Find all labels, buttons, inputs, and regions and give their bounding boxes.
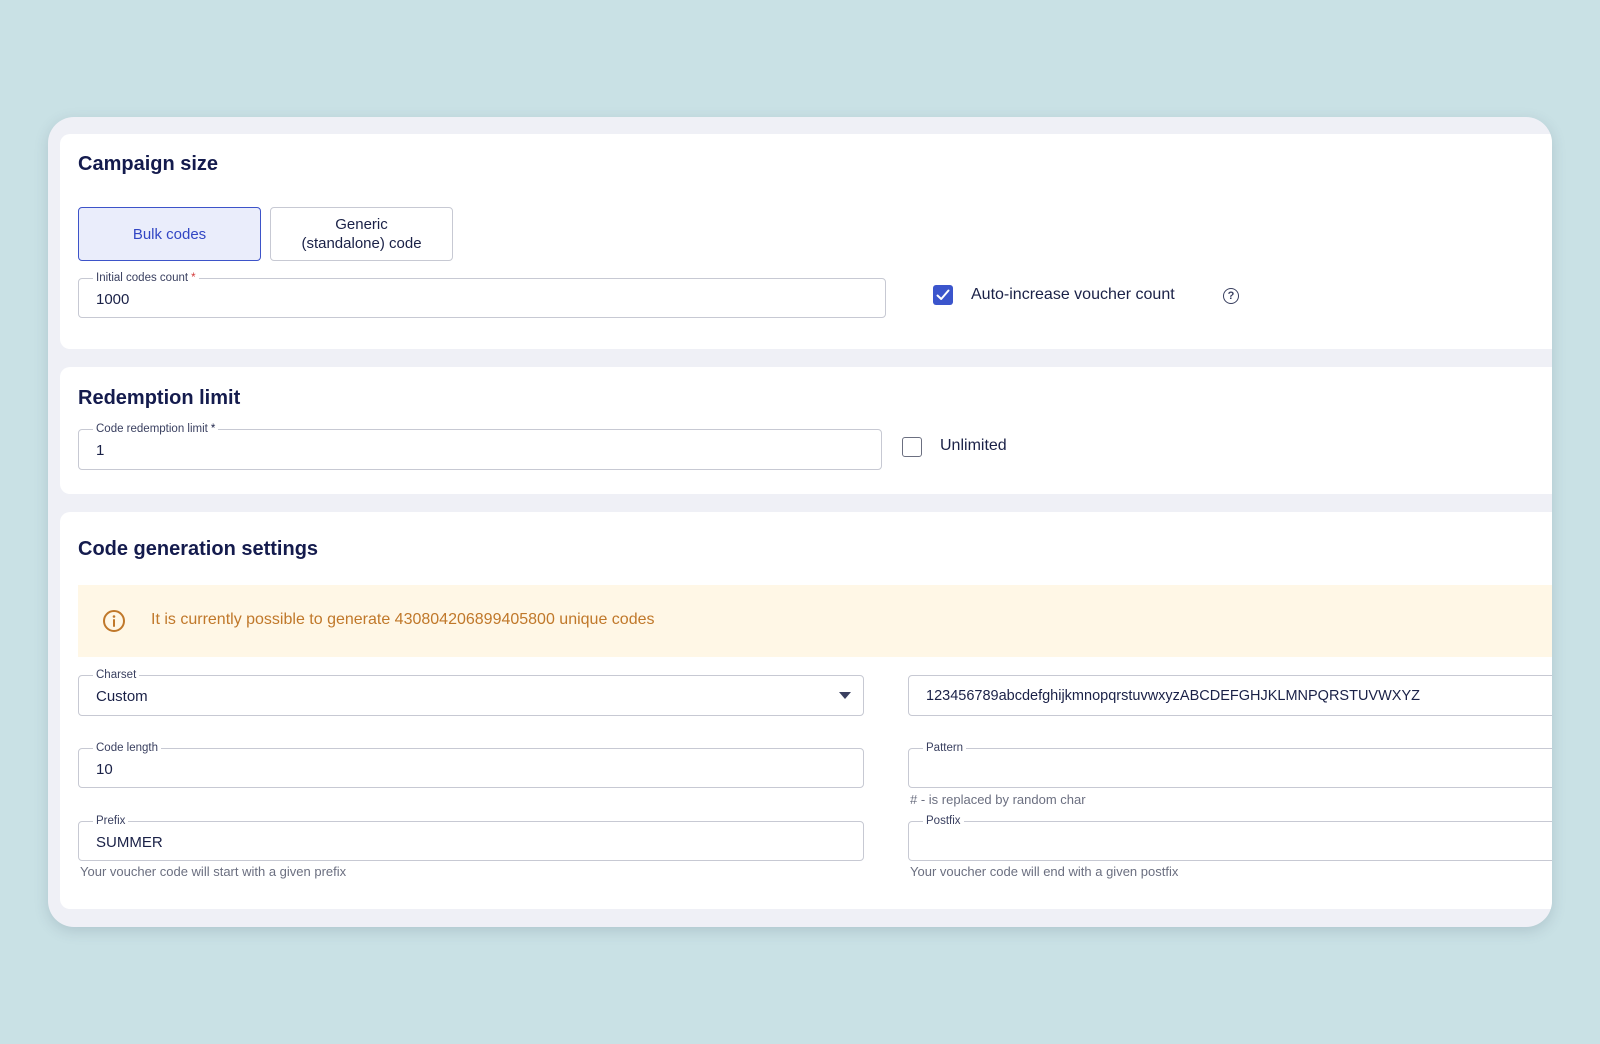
pattern-label: Pattern xyxy=(923,741,967,755)
pattern-field[interactable]: Pattern xyxy=(908,741,1552,788)
custom-charset-value: 123456789abcdefghijkmnopqrstuvwxyzABCDEF… xyxy=(926,688,1420,704)
generic-code-button[interactable]: Generic (standalone) code xyxy=(270,207,453,261)
prefix-helper: Your voucher code will start with a give… xyxy=(80,864,347,879)
prefix-value: SUMMER xyxy=(96,834,163,851)
postfix-field[interactable]: Postfix xyxy=(908,814,1552,861)
redemption-limit-card: Redemption limit Code redemption limit * … xyxy=(60,367,1552,494)
campaign-size-card: Campaign size Bulk codes Generic (standa… xyxy=(60,134,1552,349)
code-redemption-limit-label: Code redemption limit * xyxy=(93,422,219,436)
code-redemption-limit-field[interactable]: Code redemption limit * 1 xyxy=(78,422,882,470)
prefix-field[interactable]: Prefix SUMMER xyxy=(78,814,864,861)
postfix-label: Postfix xyxy=(923,814,964,828)
custom-charset-input[interactable]: 123456789abcdefghijkmnopqrstuvwxyzABCDEF… xyxy=(908,675,1552,716)
code-generation-title: Code generation settings xyxy=(78,538,319,560)
charset-value: Custom xyxy=(96,688,148,705)
auto-increase-label: Auto-increase voucher count xyxy=(971,286,1175,303)
info-banner: It is currently possible to generate 430… xyxy=(78,585,1552,657)
initial-codes-count-field[interactable]: Initial codes count * 1000 xyxy=(78,271,886,318)
campaign-size-title: Campaign size xyxy=(78,153,219,175)
info-circle-icon xyxy=(103,610,125,632)
charset-select[interactable]: Charset Custom xyxy=(78,668,864,716)
postfix-helper: Your voucher code will end with a given … xyxy=(910,864,1179,879)
initial-codes-count-label: Initial codes count * xyxy=(93,271,199,285)
unlimited-checkbox[interactable] xyxy=(902,437,922,457)
code-length-label: Code length xyxy=(93,741,162,755)
code-length-value: 10 xyxy=(96,761,113,778)
code-redemption-limit-value: 1 xyxy=(96,442,105,459)
unlimited-label: Unlimited xyxy=(940,437,1007,454)
chevron-down-icon xyxy=(839,692,851,699)
charset-label: Charset xyxy=(93,668,140,682)
check-icon xyxy=(936,289,950,300)
code-length-field[interactable]: Code length 10 xyxy=(78,741,864,788)
info-text: It is currently possible to generate 430… xyxy=(151,611,655,628)
pattern-helper: # - is replaced by random char xyxy=(910,792,1086,807)
settings-window: Campaign size Bulk codes Generic (standa… xyxy=(48,117,1552,927)
prefix-label: Prefix xyxy=(93,814,129,828)
initial-codes-count-value: 1000 xyxy=(96,291,130,308)
code-generation-card: Code generation settings It is currently… xyxy=(60,512,1552,909)
auto-increase-checkbox[interactable] xyxy=(933,285,953,305)
help-circle-icon[interactable]: ? xyxy=(1223,288,1239,304)
bulk-codes-button[interactable]: Bulk codes xyxy=(78,207,261,261)
redemption-limit-title: Redemption limit xyxy=(78,387,241,409)
